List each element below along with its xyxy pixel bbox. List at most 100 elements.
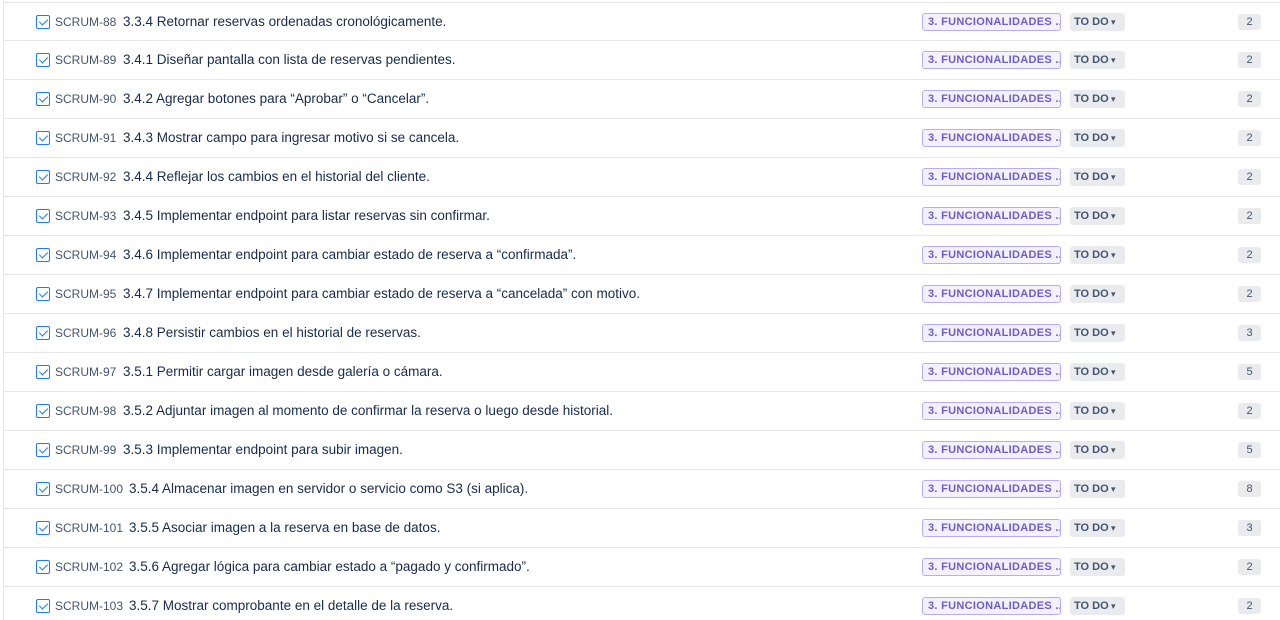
story-points-badge[interactable]: 2	[1238, 14, 1261, 30]
story-points-badge[interactable]: 2	[1238, 559, 1261, 575]
status-dropdown[interactable]: TO DO ▾	[1070, 363, 1125, 381]
status-dropdown[interactable]: TO DO ▾	[1070, 207, 1125, 225]
issue-key[interactable]: SCRUM-91	[55, 130, 116, 146]
status-dropdown[interactable]: TO DO ▾	[1070, 558, 1125, 576]
issue-key[interactable]: SCRUM-88	[55, 14, 116, 30]
issue-key[interactable]: SCRUM-94	[55, 247, 116, 263]
issue-summary[interactable]: 3.5.6 Agregar lógica para cambiar estado…	[129, 558, 530, 576]
chevron-down-icon: ▾	[1111, 328, 1116, 338]
story-points-badge[interactable]: 5	[1238, 364, 1261, 380]
issue-row[interactable]: SCRUM-97 3.5.1 Permitir cargar imagen de…	[4, 353, 1280, 392]
story-points-badge[interactable]: 2	[1238, 52, 1261, 68]
issue-summary[interactable]: 3.5.7 Mostrar comprobante en el detalle …	[129, 597, 453, 615]
status-dropdown[interactable]: TO DO ▾	[1070, 90, 1125, 108]
epic-lozenge[interactable]: 3. FUNCIONALIDADES ...	[922, 13, 1061, 31]
story-points-badge[interactable]: 2	[1238, 247, 1261, 263]
story-points-badge[interactable]: 2	[1238, 91, 1261, 107]
epic-lozenge[interactable]: 3. FUNCIONALIDADES ...	[922, 597, 1061, 615]
epic-lozenge[interactable]: 3. FUNCIONALIDADES ...	[922, 207, 1061, 225]
issue-summary[interactable]: 3.4.6 Implementar endpoint para cambiar …	[123, 246, 576, 264]
issue-row[interactable]: SCRUM-102 3.5.6 Agregar lógica para camb…	[4, 548, 1280, 587]
story-points-badge[interactable]: 2	[1238, 598, 1261, 614]
epic-lozenge[interactable]: 3. FUNCIONALIDADES ...	[922, 363, 1061, 381]
issue-row[interactable]: SCRUM-101 3.5.5 Asociar imagen a la rese…	[4, 509, 1280, 548]
story-points-badge[interactable]: 2	[1238, 208, 1261, 224]
issue-key[interactable]: SCRUM-95	[55, 286, 116, 302]
issue-summary[interactable]: 3.5.4 Almacenar imagen en servidor o ser…	[129, 480, 528, 498]
epic-lozenge[interactable]: 3. FUNCIONALIDADES ...	[922, 246, 1061, 264]
epic-lozenge[interactable]: 3. FUNCIONALIDADES ...	[922, 90, 1061, 108]
epic-lozenge[interactable]: 3. FUNCIONALIDADES ...	[922, 441, 1061, 459]
status-dropdown[interactable]: TO DO ▾	[1070, 129, 1125, 147]
status-dropdown[interactable]: TO DO ▾	[1070, 441, 1125, 459]
epic-lozenge[interactable]: 3. FUNCIONALIDADES ...	[922, 51, 1061, 69]
issue-key[interactable]: SCRUM-100	[55, 481, 123, 497]
issue-key[interactable]: SCRUM-90	[55, 91, 116, 107]
epic-lozenge[interactable]: 3. FUNCIONALIDADES ...	[922, 168, 1061, 186]
epic-lozenge[interactable]: 3. FUNCIONALIDADES ...	[922, 558, 1061, 576]
issue-key[interactable]: SCRUM-102	[55, 559, 123, 575]
issue-row[interactable]: SCRUM-98 3.5.2 Adjuntar imagen al moment…	[4, 392, 1280, 431]
issue-key[interactable]: SCRUM-99	[55, 442, 116, 458]
status-dropdown[interactable]: TO DO ▾	[1070, 13, 1125, 31]
story-points-badge[interactable]: 2	[1238, 403, 1261, 419]
issue-summary[interactable]: 3.5.5 Asociar imagen a la reserva en bas…	[129, 519, 440, 537]
story-points-badge[interactable]: 3	[1238, 520, 1261, 536]
issue-key[interactable]: SCRUM-89	[55, 52, 116, 68]
issue-summary[interactable]: 3.4.1 Diseñar pantalla con lista de rese…	[123, 51, 455, 69]
issue-summary[interactable]: 3.3.4 Retornar reservas ordenadas cronol…	[123, 13, 446, 31]
status-dropdown[interactable]: TO DO ▾	[1070, 402, 1125, 420]
story-points-badge[interactable]: 5	[1238, 442, 1261, 458]
issue-row[interactable]: SCRUM-95 3.4.7 Implementar endpoint para…	[4, 275, 1280, 314]
issue-summary[interactable]: 3.4.8 Persistir cambios en el historial …	[123, 324, 421, 342]
status-dropdown[interactable]: TO DO ▾	[1070, 285, 1125, 303]
issue-row[interactable]: SCRUM-96 3.4.8 Persistir cambios en el h…	[4, 314, 1280, 353]
issue-key[interactable]: SCRUM-98	[55, 403, 116, 419]
issue-row[interactable]: SCRUM-92 3.4.4 Reflejar los cambios en e…	[4, 158, 1280, 197]
story-points-badge[interactable]: 2	[1238, 130, 1261, 146]
story-points-badge[interactable]: 2	[1238, 286, 1261, 302]
issue-summary[interactable]: 3.4.4 Reflejar los cambios en el histori…	[123, 168, 430, 186]
issue-summary[interactable]: 3.4.3 Mostrar campo para ingresar motivo…	[123, 129, 459, 147]
status-dropdown[interactable]: TO DO ▾	[1070, 480, 1125, 498]
status-dropdown[interactable]: TO DO ▾	[1070, 324, 1125, 342]
issue-key[interactable]: SCRUM-92	[55, 169, 116, 185]
story-points-badge[interactable]: 3	[1238, 325, 1261, 341]
issue-summary[interactable]: 3.4.7 Implementar endpoint para cambiar …	[123, 285, 640, 303]
epic-lozenge[interactable]: 3. FUNCIONALIDADES ...	[922, 402, 1061, 420]
issue-key[interactable]: SCRUM-101	[55, 520, 123, 536]
issue-row[interactable]: SCRUM-90 3.4.2 Agregar botones para “Apr…	[4, 80, 1280, 119]
status-dropdown[interactable]: TO DO ▾	[1070, 519, 1125, 537]
status-dropdown[interactable]: TO DO ▾	[1070, 597, 1125, 615]
checkbox-task-icon	[36, 560, 50, 574]
issue-key[interactable]: SCRUM-93	[55, 208, 116, 224]
issue-row[interactable]: SCRUM-99 3.5.3 Implementar endpoint para…	[4, 431, 1280, 470]
issue-summary[interactable]: 3.4.2 Agregar botones para “Aprobar” o “…	[123, 90, 429, 108]
epic-lozenge[interactable]: 3. FUNCIONALIDADES ...	[922, 324, 1061, 342]
status-dropdown[interactable]: TO DO ▾	[1070, 246, 1125, 264]
issue-row[interactable]: SCRUM-91 3.4.3 Mostrar campo para ingres…	[4, 119, 1280, 158]
status-dropdown[interactable]: TO DO ▾	[1070, 51, 1125, 69]
epic-lozenge[interactable]: 3. FUNCIONALIDADES ...	[922, 129, 1061, 147]
story-points-badge[interactable]: 2	[1238, 169, 1261, 185]
chevron-down-icon: ▾	[1111, 601, 1116, 611]
issue-key[interactable]: SCRUM-103	[55, 598, 123, 614]
epic-lozenge[interactable]: 3. FUNCIONALIDADES ...	[922, 480, 1061, 498]
issue-row[interactable]: SCRUM-94 3.4.6 Implementar endpoint para…	[4, 236, 1280, 275]
issue-key[interactable]: SCRUM-96	[55, 325, 116, 341]
issue-row[interactable]: SCRUM-93 3.4.5 Implementar endpoint para…	[4, 197, 1280, 236]
story-points-badge[interactable]: 8	[1238, 481, 1261, 497]
issue-key[interactable]: SCRUM-97	[55, 364, 116, 380]
issue-row[interactable]: SCRUM-103 3.5.7 Mostrar comprobante en e…	[4, 587, 1280, 620]
issue-summary[interactable]: 3.5.2 Adjuntar imagen al momento de conf…	[123, 402, 613, 420]
issue-summary[interactable]: 3.4.5 Implementar endpoint para listar r…	[123, 207, 490, 225]
issue-row[interactable]: SCRUM-100 3.5.4 Almacenar imagen en serv…	[4, 470, 1280, 509]
issue-row[interactable]: SCRUM-89 3.4.1 Diseñar pantalla con list…	[4, 41, 1280, 80]
issue-summary[interactable]: 3.5.3 Implementar endpoint para subir im…	[123, 441, 403, 459]
status-dropdown[interactable]: TO DO ▾	[1070, 168, 1125, 186]
issue-summary[interactable]: 3.5.1 Permitir cargar imagen desde galer…	[123, 363, 443, 381]
status-label: TO DO	[1074, 249, 1109, 261]
issue-row[interactable]: SCRUM-88 3.3.4 Retornar reservas ordenad…	[4, 2, 1280, 41]
epic-lozenge[interactable]: 3. FUNCIONALIDADES ...	[922, 285, 1061, 303]
epic-lozenge[interactable]: 3. FUNCIONALIDADES ...	[922, 519, 1061, 537]
